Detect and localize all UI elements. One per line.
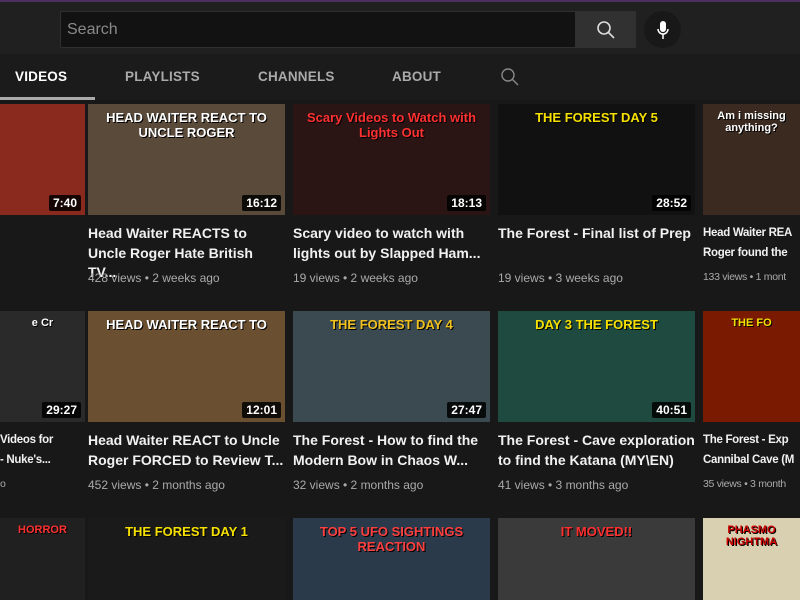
duration-badge: 16:12: [242, 195, 281, 211]
video-title[interactable]: Head Waiter REACTS to Uncle Roger Hate B…: [88, 224, 285, 280]
video-thumbnail[interactable]: THE FOREST DAY 1: [88, 518, 285, 600]
video-meta: o: [0, 478, 6, 490]
video-title[interactable]: The Forest - How to find the Modern Bow …: [293, 431, 490, 470]
video-thumbnail[interactable]: HEAD WAITER REACT TO 12:01: [88, 311, 285, 422]
video-thumbnail[interactable]: e Cr 29:27: [0, 311, 85, 422]
video-title[interactable]: Head Waiter REACT to Uncle Roger FORCED …: [88, 431, 285, 470]
thumbnail-caption: THE FOREST DAY 4: [330, 317, 453, 332]
duration-badge: 7:40: [48, 195, 81, 211]
video-card[interactable]: Scary Videos to Watch with Lights Out 18…: [293, 104, 490, 285]
thumbnail-caption: DAY 3 THE FOREST: [535, 317, 658, 332]
video-card[interactable]: HEAD WAITER REACT TO UNCLE ROGER 16:12 H…: [88, 104, 285, 285]
thumbnail-caption: HORROR: [18, 524, 67, 536]
duration-badge: 18:13: [447, 195, 486, 211]
video-card[interactable]: TOP 5 UFO SIGHTINGS REACTION: [293, 518, 490, 600]
video-title[interactable]: The Forest - Exp Cannibal Cave (M: [703, 431, 800, 470]
channel-search-icon[interactable]: [500, 67, 520, 87]
video-meta: 32 views • 2 months ago: [293, 478, 424, 492]
active-tab-indicator: [0, 97, 95, 100]
thumbnail-caption: THE FO: [731, 317, 772, 329]
duration-badge: 29:27: [42, 402, 81, 418]
microphone-icon: [656, 20, 669, 39]
thumbnail-caption: HEAD WAITER REACT TO UNCLE ROGER: [106, 110, 267, 140]
video-card[interactable]: THE FOREST DAY 1: [88, 518, 285, 600]
video-thumbnail[interactable]: DAY 3 THE FOREST 40:51: [498, 311, 695, 422]
video-meta: 35 views • 3 month: [703, 478, 786, 490]
video-card[interactable]: THE FO The Forest - Exp Cannibal Cave (M…: [703, 311, 800, 490]
video-thumbnail[interactable]: Am i missing anything?: [703, 104, 800, 215]
voice-search-button[interactable]: [644, 11, 681, 48]
video-thumbnail[interactable]: HEAD WAITER REACT TO UNCLE ROGER 16:12: [88, 104, 285, 215]
video-card[interactable]: IT MOVED!!: [498, 518, 695, 600]
video-card[interactable]: THE FOREST DAY 5 28:52 The Forest - Fina…: [498, 104, 695, 285]
duration-badge: 40:51: [652, 402, 691, 418]
channel-tabs: VIDEOS PLAYLISTS CHANNELS ABOUT: [0, 54, 800, 100]
video-thumbnail[interactable]: THE FOREST DAY 4 27:47: [293, 311, 490, 422]
video-title[interactable]: The Forest - Cave exploration to find th…: [498, 431, 695, 470]
video-title[interactable]: Videos for - Nuke's...: [0, 431, 85, 470]
search-button[interactable]: [575, 11, 636, 48]
video-thumbnail[interactable]: TOP 5 UFO SIGHTINGS REACTION: [293, 518, 490, 600]
video-card[interactable]: e Cr 29:27 Videos for - Nuke's... o: [0, 311, 85, 490]
tab-about[interactable]: ABOUT: [392, 69, 441, 84]
thumbnail-caption: e Cr: [31, 317, 54, 329]
video-meta: 19 views • 3 weeks ago: [498, 271, 623, 285]
video-title[interactable]: Head Waiter REA Roger found the: [703, 224, 800, 263]
top-bar: [0, 0, 800, 54]
video-meta: 428 views • 2 weeks ago: [88, 271, 220, 285]
tab-channels[interactable]: CHANNELS: [258, 69, 335, 84]
video-meta: 41 views • 3 months ago: [498, 478, 629, 492]
thumbnail-caption: THE FOREST DAY 1: [125, 524, 248, 539]
video-thumbnail[interactable]: IT MOVED!!: [498, 518, 695, 600]
video-title[interactable]: The Forest - Final list of Prep: [498, 224, 695, 263]
thumbnail-caption: THE FOREST DAY 5: [535, 110, 658, 125]
video-thumbnail[interactable]: 7:40: [0, 104, 85, 215]
tab-playlists[interactable]: PLAYLISTS: [125, 69, 200, 84]
video-card[interactable]: PHASMO NIGHTMA: [703, 518, 800, 600]
search-icon: [596, 20, 615, 39]
thumbnail-caption: HEAD WAITER REACT TO: [106, 317, 267, 332]
thumbnail-caption: TOP 5 UFO SIGHTINGS REACTION: [319, 524, 464, 554]
search-input[interactable]: [60, 11, 576, 48]
video-card[interactable]: HORROR: [0, 518, 85, 600]
video-card[interactable]: 7:40: [0, 104, 85, 215]
video-title[interactable]: Scary video to watch with lights out by …: [293, 224, 490, 263]
video-meta: 452 views • 2 months ago: [88, 478, 225, 492]
duration-badge: 12:01: [242, 402, 281, 418]
video-thumbnail[interactable]: THE FO: [703, 311, 800, 422]
duration-badge: 28:52: [652, 195, 691, 211]
video-thumbnail[interactable]: PHASMO NIGHTMA: [703, 518, 800, 600]
video-card[interactable]: THE FOREST DAY 4 27:47 The Forest - How …: [293, 311, 490, 492]
duration-badge: 27:47: [447, 402, 486, 418]
video-meta: 133 views • 1 mont: [703, 271, 786, 283]
thumbnail-caption: IT MOVED!!: [560, 524, 633, 539]
video-card[interactable]: HEAD WAITER REACT TO 12:01 Head Waiter R…: [88, 311, 285, 492]
video-meta: 19 views • 2 weeks ago: [293, 271, 418, 285]
video-card[interactable]: Am i missing anything? Head Waiter REA R…: [703, 104, 800, 283]
thumbnail-caption: PHASMO NIGHTMA: [725, 524, 778, 548]
video-card[interactable]: DAY 3 THE FOREST 40:51 The Forest - Cave…: [498, 311, 695, 492]
thumbnail-caption: Scary Videos to Watch with Lights Out: [306, 110, 477, 140]
video-thumbnail[interactable]: THE FOREST DAY 5 28:52: [498, 104, 695, 215]
tab-videos[interactable]: VIDEOS: [15, 69, 67, 84]
thumbnail-caption: Am i missing anything?: [717, 110, 786, 134]
video-thumbnail[interactable]: Scary Videos to Watch with Lights Out 18…: [293, 104, 490, 215]
video-thumbnail[interactable]: HORROR: [0, 518, 85, 600]
